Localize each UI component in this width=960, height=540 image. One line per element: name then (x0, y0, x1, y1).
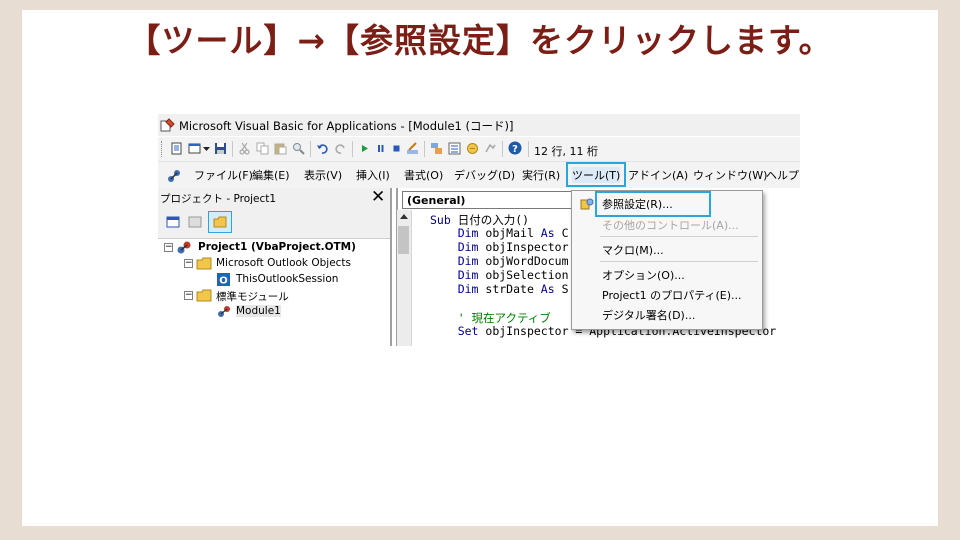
module-icon (218, 306, 230, 317)
project-toolbar (158, 208, 390, 239)
project-title: プロジェクト - Project1 (160, 193, 277, 205)
view-code-icon[interactable] (166, 216, 180, 228)
references-highlight-box (595, 191, 711, 217)
cursor-position: 12 行, 11 桁 (534, 145, 598, 158)
scroll-thumb[interactable] (398, 226, 409, 254)
dropdown-arrow-icon[interactable] (202, 142, 211, 155)
menu-insert[interactable]: 挿入(I) (356, 167, 390, 183)
collapse-icon[interactable]: − (184, 291, 193, 300)
tree-node-thisoutlooksession[interactable]: O ThisOutlookSession (158, 272, 390, 288)
menu-bar: ファイル(F) 編集(E) 表示(V) 挿入(I) 書式(O) デバッグ(D) … (158, 162, 800, 188)
pause-icon[interactable] (374, 142, 387, 155)
project-tree: − Project1 (VbaProject.OTM) − Microsoft … (158, 240, 390, 346)
save-icon[interactable] (214, 142, 227, 155)
menu-separator (600, 261, 758, 262)
folder-icon (196, 257, 212, 270)
folder-icon (213, 216, 227, 228)
menu-format[interactable]: 書式(O) (404, 167, 443, 183)
toolbar-separator (310, 141, 311, 157)
svg-text:O: O (219, 276, 228, 287)
toggle-folders-button[interactable] (208, 211, 232, 233)
form-icon[interactable] (188, 142, 201, 155)
toolbar-separator (424, 141, 425, 157)
tree-label: ThisOutlookSession (236, 273, 339, 285)
window-title: Microsoft Visual Basic for Applications … (179, 119, 514, 133)
redo-icon[interactable] (334, 142, 347, 155)
menu-window[interactable]: ウィンドウ(W) (693, 167, 767, 183)
svg-text:?: ? (512, 144, 518, 155)
tree-node-module1[interactable]: Module1 (158, 304, 390, 320)
properties-icon[interactable] (448, 142, 461, 155)
toolbar-separator (232, 141, 233, 157)
code-line[interactable]: Dim strDate As S (430, 282, 569, 296)
menu-view[interactable]: 表示(V) (304, 167, 342, 183)
tree-node-project[interactable]: − Project1 (VbaProject.OTM) (158, 240, 390, 256)
vba-app-icon (160, 118, 175, 132)
menu-item-additional-controls: その他のコントロール(A)... (602, 219, 739, 232)
toolbar-separator (352, 141, 353, 157)
stop-icon[interactable] (390, 142, 403, 155)
tree-label: Module1 (236, 305, 281, 317)
run-icon[interactable] (358, 142, 371, 155)
document-icon[interactable] (170, 142, 183, 155)
object-browser-icon[interactable] (466, 142, 479, 155)
cut-icon[interactable] (238, 142, 251, 155)
tree-node-outlook-objects[interactable]: − Microsoft Outlook Objects (158, 256, 390, 272)
collapse-icon[interactable]: − (164, 243, 173, 252)
slide: 【ツール】→【参照設定】をクリックします。 Microsoft Visual B… (22, 10, 938, 526)
tree-label: Microsoft Outlook Objects (216, 257, 352, 269)
copy-icon[interactable] (256, 142, 269, 155)
window-titlebar: Microsoft Visual Basic for Applications … (158, 114, 800, 136)
tree-label: 標準モジュール (216, 291, 289, 303)
view-object-icon[interactable] (188, 216, 202, 228)
menu-separator (600, 236, 758, 237)
standard-toolbar: ? 12 行, 11 桁 (158, 137, 800, 162)
collapse-icon[interactable]: − (184, 259, 193, 268)
vbe-screenshot: Microsoft Visual Basic for Applications … (158, 114, 800, 346)
toolbar-separator (502, 141, 503, 157)
help-icon[interactable]: ? (508, 141, 522, 155)
menu-addins[interactable]: アドイン(A) (628, 167, 688, 183)
menu-item-options[interactable]: オプション(O)... (602, 267, 685, 283)
find-icon[interactable] (292, 142, 305, 155)
code-line[interactable]: Dim objSelection (430, 268, 569, 282)
paste-icon[interactable] (274, 142, 287, 155)
menu-file[interactable]: ファイル(F) (194, 167, 253, 183)
design-mode-icon[interactable] (406, 142, 419, 155)
code-line[interactable]: Dim objInspector (430, 240, 569, 254)
project-explorer: プロジェクト - Project1 ✕ − Project1 (VbaProje… (158, 187, 392, 346)
menu-help[interactable]: ヘルプ(H) (766, 167, 800, 183)
menu-debug[interactable]: デバッグ(D) (454, 167, 515, 183)
vba-menu-icon[interactable] (166, 168, 182, 184)
project-explorer-icon[interactable] (430, 142, 443, 155)
menu-run[interactable]: 実行(R) (522, 167, 560, 183)
object-combo-value: (General) (407, 194, 466, 207)
code-line[interactable]: Dim objMail As C (430, 226, 569, 240)
menu-item-digital-signature[interactable]: デジタル署名(D)... (602, 307, 695, 323)
close-icon[interactable]: ✕ (371, 187, 385, 207)
code-scrollbar[interactable] (397, 210, 412, 346)
scroll-up-icon[interactable] (400, 214, 408, 219)
toolbox-icon[interactable] (484, 142, 497, 155)
tools-highlight-box (566, 162, 626, 187)
tree-label: Project1 (VbaProject.OTM) (198, 241, 356, 253)
toolbar-separator (528, 141, 529, 157)
references-icon (580, 198, 594, 210)
folder-icon (196, 289, 212, 302)
vba-project-icon (177, 241, 191, 254)
undo-icon[interactable] (316, 142, 329, 155)
project-header: プロジェクト - Project1 ✕ (158, 187, 390, 208)
code-line[interactable]: Dim objWordDocum (430, 254, 569, 268)
outlook-module-icon: O (217, 273, 230, 287)
menu-edit[interactable]: 編集(E) (252, 167, 290, 183)
menu-item-project-properties[interactable]: Project1 のプロパティ(E)... (602, 287, 742, 303)
toolbar-grip[interactable] (161, 141, 165, 157)
menu-item-macros[interactable]: マクロ(M)... (602, 242, 664, 258)
slide-title: 【ツール】→【参照設定】をクリックします。 (127, 21, 833, 60)
tree-node-standard-modules[interactable]: − 標準モジュール (158, 288, 390, 304)
